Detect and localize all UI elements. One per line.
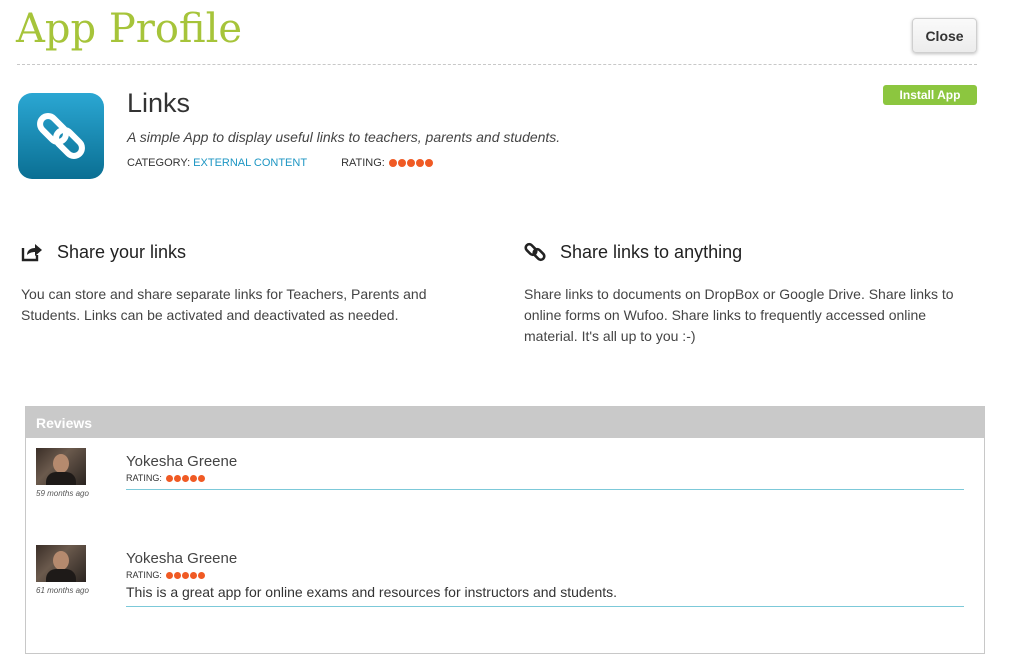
review-item: 59 months ago Yokesha Greene RATING: bbox=[26, 448, 984, 538]
rating-dot bbox=[181, 571, 189, 579]
category-label: CATEGORY: bbox=[127, 157, 191, 169]
rating-dot bbox=[189, 474, 197, 482]
rating-dot bbox=[406, 159, 415, 167]
share-icon bbox=[21, 241, 43, 263]
category-link[interactable]: EXTERNAL CONTENT bbox=[193, 157, 307, 169]
review-item: 61 months ago Yokesha Greene RATING: Thi… bbox=[26, 545, 984, 635]
feature-title: Share your links bbox=[57, 241, 187, 262]
review-time: 59 months ago bbox=[36, 489, 89, 498]
review-time: 61 months ago bbox=[36, 586, 89, 595]
app-meta: CATEGORY: EXTERNAL CONTENT RATING: bbox=[127, 157, 433, 169]
review-rating: RATING: bbox=[126, 473, 205, 483]
review-rating-label: RATING: bbox=[126, 473, 162, 483]
reviewer-name: Yokesha Greene bbox=[126, 453, 238, 470]
avatar bbox=[36, 545, 86, 582]
app-name: Links bbox=[127, 88, 191, 118]
rating-dot bbox=[189, 571, 197, 579]
header-divider bbox=[17, 64, 977, 65]
link-icon bbox=[524, 241, 546, 263]
rating-dot bbox=[424, 159, 433, 167]
chain-link-icon bbox=[18, 93, 104, 179]
rating-dots bbox=[388, 159, 433, 167]
rating-dot bbox=[181, 474, 189, 482]
rating-dot bbox=[197, 571, 205, 579]
reviews-header: Reviews bbox=[26, 407, 984, 438]
rating-dot bbox=[165, 474, 173, 482]
feature-share-your-links: Share your links You can store and share… bbox=[21, 240, 471, 326]
rating-dot bbox=[165, 571, 173, 579]
rating-dot bbox=[397, 159, 406, 167]
app-description: A simple App to display useful links to … bbox=[127, 129, 561, 145]
rating-dot bbox=[197, 474, 205, 482]
review-divider bbox=[126, 606, 964, 607]
review-rating-label: RATING: bbox=[126, 570, 162, 580]
rating-dot bbox=[173, 571, 181, 579]
rating-label: RATING: bbox=[341, 157, 385, 169]
feature-text: You can store and share separate links f… bbox=[21, 286, 427, 323]
feature-share-links-anything: Share links to anything Share links to d… bbox=[524, 240, 974, 347]
feature-text: Share links to documents on DropBox or G… bbox=[524, 286, 954, 344]
avatar bbox=[36, 448, 86, 485]
rating-dots bbox=[165, 571, 205, 579]
review-divider bbox=[126, 489, 964, 490]
feature-title: Share links to anything bbox=[560, 241, 743, 262]
page-title: App Profile bbox=[16, 6, 243, 52]
review-rating: RATING: bbox=[126, 570, 205, 580]
reviews-panel: Reviews 59 months ago Yokesha Greene RAT… bbox=[25, 406, 985, 654]
close-button[interactable]: Close bbox=[912, 18, 977, 53]
rating-dot bbox=[415, 159, 424, 167]
review-text: This is a great app for online exams and… bbox=[126, 584, 618, 600]
install-app-button[interactable]: Install App bbox=[883, 85, 977, 105]
rating-dot bbox=[173, 474, 181, 482]
rating-dots bbox=[165, 474, 205, 482]
reviewer-name: Yokesha Greene bbox=[126, 550, 238, 567]
rating-dot bbox=[388, 159, 397, 167]
